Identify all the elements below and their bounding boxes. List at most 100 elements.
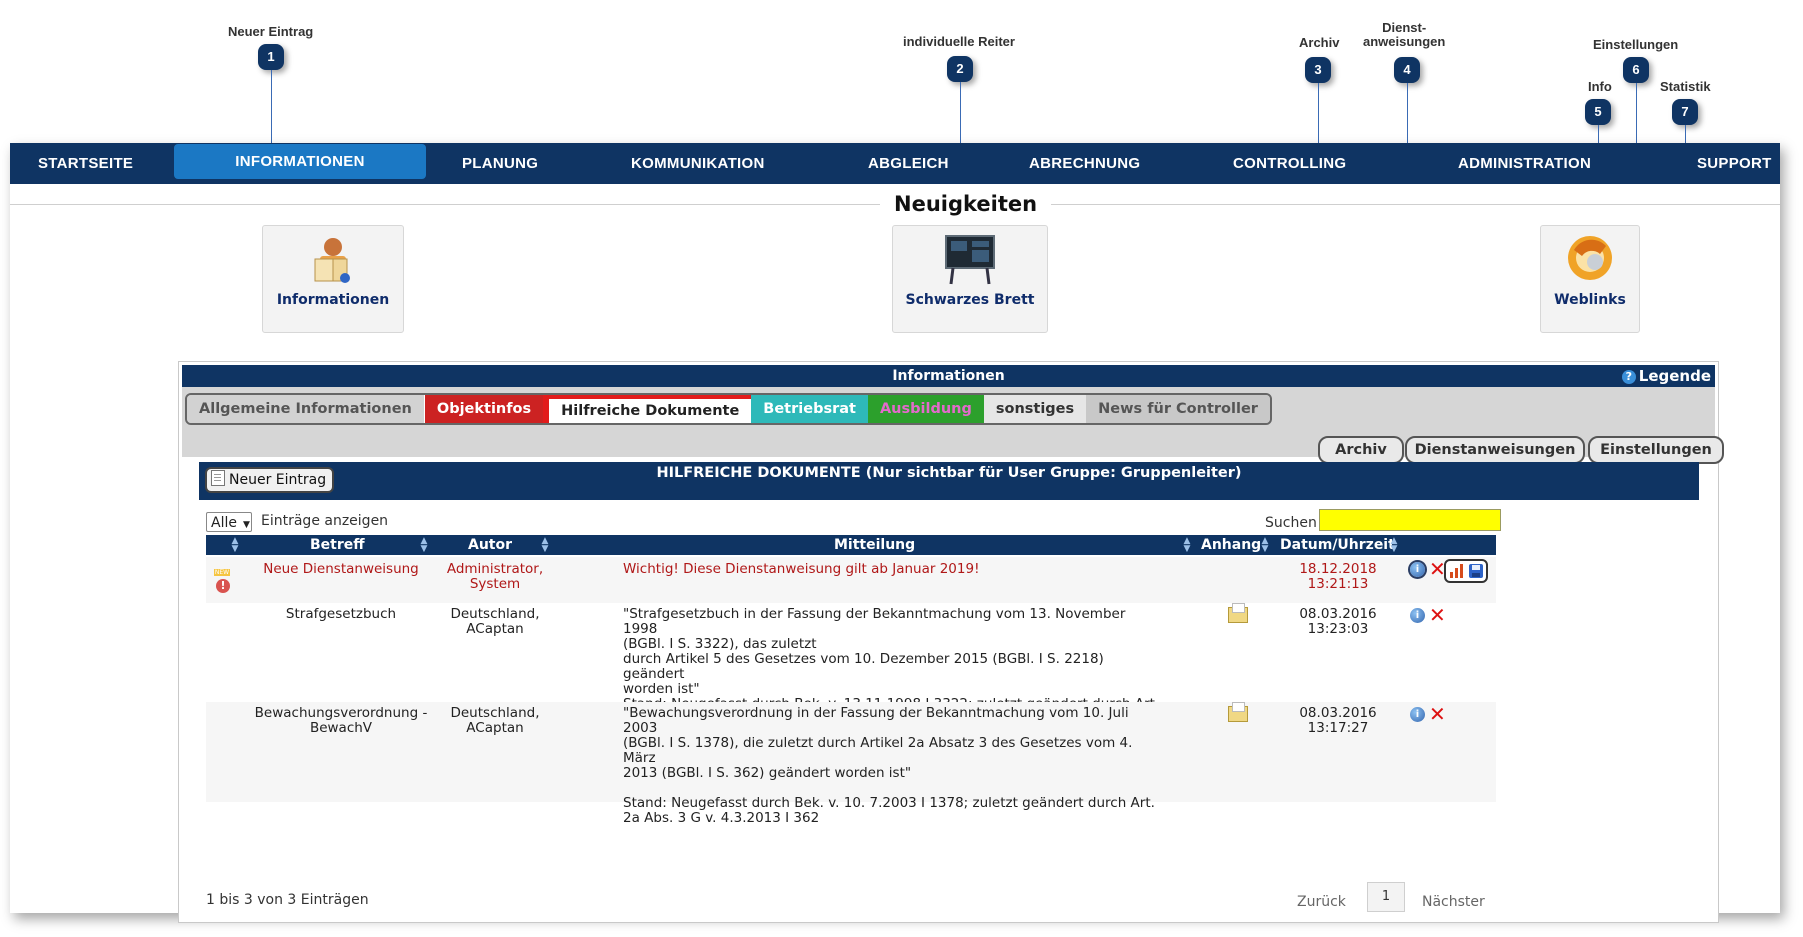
table-info: 1 bis 3 von 3 Einträgen bbox=[206, 892, 369, 908]
pager-next[interactable]: Nächster bbox=[1422, 894, 1485, 910]
row-message: Wichtig! Diese Dienstanweisung gilt ab J… bbox=[623, 561, 980, 577]
callout-badge-2: 2 bbox=[947, 56, 973, 82]
legend-button[interactable]: ? Legende bbox=[1621, 365, 1711, 387]
nav-informationen[interactable]: INFORMATIONEN bbox=[174, 144, 426, 179]
sort-icon[interactable]: ▲ ▼ bbox=[1182, 537, 1192, 554]
info-icon[interactable]: i bbox=[1410, 561, 1425, 577]
app-screenshot: STARTSEITE INFORMATIONEN PLANUNG KOMMUNI… bbox=[10, 143, 1780, 923]
tab-objektinfos[interactable]: Objektinfos bbox=[424, 395, 544, 423]
tile-weblinks[interactable]: Weblinks bbox=[1540, 225, 1640, 333]
callout-label-info: Info bbox=[1588, 79, 1612, 94]
tab-betriebsrat[interactable]: Betriebsrat bbox=[751, 395, 868, 423]
page-title: Neuigkeiten bbox=[880, 192, 1052, 216]
column-anhang[interactable]: Anhang bbox=[1201, 535, 1261, 555]
column-mitteilung[interactable]: Mitteilung bbox=[834, 535, 915, 555]
nav-administration[interactable]: ADMINISTRATION bbox=[1458, 143, 1591, 184]
delete-icon[interactable]: ✕ bbox=[1429, 605, 1446, 626]
nav-startseite[interactable]: STARTSEITE bbox=[38, 143, 133, 184]
new-badge-icon: NEW bbox=[214, 569, 230, 576]
tile-label-informationen: Informationen bbox=[276, 292, 390, 308]
tile-informationen[interactable]: Informationen bbox=[262, 225, 404, 333]
info-icon[interactable]: i bbox=[1410, 706, 1425, 722]
sort-icon[interactable]: ▲ ▼ bbox=[1389, 537, 1399, 554]
row-subject[interactable]: Strafgesetzbuch bbox=[246, 607, 436, 622]
nav-controlling[interactable]: CONTROLLING bbox=[1233, 143, 1346, 184]
callout-badge-5: 5 bbox=[1585, 99, 1611, 125]
row-date: 08.03.2016 bbox=[1299, 606, 1377, 622]
search-label: Suchen bbox=[1265, 515, 1317, 531]
table-title: HILFREICHE DOKUMENTE (Nur sichtbar für U… bbox=[656, 465, 1242, 481]
pager-page-1[interactable]: 1 bbox=[1367, 882, 1405, 912]
table-row[interactable]: Bewachungsverordnung - BewachV Deutschla… bbox=[206, 702, 1496, 826]
callout-badge-1: 1 bbox=[258, 44, 284, 70]
nav-abgleich[interactable]: ABGLEICH bbox=[868, 143, 949, 184]
nav-support[interactable]: SUPPORT bbox=[1697, 143, 1772, 184]
entries-length-label: Einträge anzeigen bbox=[261, 513, 389, 529]
tab-ausbildung[interactable]: Ausbildung bbox=[867, 395, 984, 423]
sort-icon[interactable]: ▲ ▼ bbox=[1260, 537, 1270, 554]
table-row[interactable]: Strafgesetzbuch Deutschland, ACaptan "St… bbox=[206, 603, 1496, 742]
info-icon[interactable]: i bbox=[1410, 607, 1425, 623]
tile-schwarzes-brett[interactable]: Schwarzes Brett bbox=[892, 225, 1048, 333]
newspaper-reader-icon bbox=[314, 238, 350, 283]
nav-kommunikation[interactable]: KOMMUNIKATION bbox=[631, 143, 765, 184]
nav-abrechnung[interactable]: ABRECHNUNG bbox=[1029, 143, 1140, 184]
callout-label-custom-tabs: individuelle Reiter bbox=[903, 34, 1015, 49]
entries-length-select[interactable]: Alle ▼ bbox=[206, 512, 252, 532]
callout-label-statistics: Statistik bbox=[1660, 79, 1711, 94]
row-actions-group bbox=[1444, 559, 1488, 583]
info-panel: Informationen ? Legende Allgemeine Inform… bbox=[178, 361, 1724, 923]
documents-table-header: Neuer Eintrag HILFREICHE DOKUMENTE (Nur … bbox=[199, 462, 1699, 500]
panel-header: Informationen ? Legende bbox=[182, 365, 1715, 387]
nav-planung[interactable]: PLANUNG bbox=[462, 143, 538, 184]
row-author: Deutschland, ACaptan bbox=[450, 606, 540, 637]
table-column-header: ▲ ▼ Betreff ▲ ▼ Autor ▲ ▼ Mitteilung ▲ ▼ Anh… bbox=[206, 535, 1496, 555]
sort-icon[interactable]: ▲ ▼ bbox=[419, 537, 429, 554]
tile-label-weblinks: Weblinks bbox=[1554, 292, 1626, 308]
statistics-icon[interactable] bbox=[1449, 563, 1465, 579]
row-time: 13:17:27 bbox=[1307, 720, 1369, 736]
attachment-folder-icon[interactable] bbox=[1228, 702, 1248, 726]
tab-news-fuer-controller[interactable]: News für Controller bbox=[1086, 395, 1270, 423]
row-date: 08.03.2016 bbox=[1299, 705, 1377, 721]
legend-label: Legende bbox=[1638, 367, 1711, 385]
exclamation-icon: ! bbox=[216, 578, 230, 593]
delete-icon[interactable]: ✕ bbox=[1429, 704, 1446, 725]
save-icon[interactable] bbox=[1468, 563, 1484, 579]
callout-badge-7: 7 bbox=[1672, 99, 1698, 125]
row-time: 13:23:03 bbox=[1307, 621, 1369, 637]
row-author: Deutschland, ACaptan bbox=[450, 705, 540, 736]
tab-allgemeine-informationen[interactable]: Allgemeine Informationen bbox=[187, 395, 425, 423]
tile-label-schwarzes-brett: Schwarzes Brett bbox=[905, 292, 1035, 308]
attachment-folder-icon[interactable] bbox=[1228, 603, 1248, 627]
callout-label-instructions: Dienst- anweisungen bbox=[1363, 20, 1446, 49]
column-betreff[interactable]: Betreff bbox=[310, 535, 365, 555]
weblinks-globe-icon bbox=[1568, 236, 1612, 280]
column-datum-uhrzeit[interactable]: Datum/Uhrzeit bbox=[1280, 535, 1395, 555]
callout-badge-4: 4 bbox=[1394, 57, 1420, 83]
instructions-button[interactable]: Dienstanweisungen bbox=[1405, 436, 1585, 464]
search-input[interactable] bbox=[1319, 509, 1501, 531]
panel-title: Informationen bbox=[892, 368, 1005, 384]
tab-hilfreiche-dokumente[interactable]: Hilfreiche Dokumente bbox=[543, 395, 752, 423]
row-time: 13:21:13 bbox=[1307, 576, 1369, 592]
row-author: Administrator, System bbox=[446, 561, 544, 592]
table-row[interactable]: NEW ! Neue Dienstanweisung Administrator… bbox=[206, 557, 1496, 603]
help-icon: ? bbox=[1621, 370, 1636, 384]
row-subject[interactable]: Bewachungsverordnung - BewachV bbox=[246, 706, 436, 736]
callout-label-new-entry: Neuer Eintrag bbox=[228, 24, 314, 39]
entries-length-value: Alle bbox=[211, 515, 237, 531]
sort-icon[interactable]: ▲ ▼ bbox=[540, 537, 550, 554]
blackboard-icon bbox=[945, 235, 995, 285]
dropdown-arrow-icon: ▼ bbox=[242, 520, 250, 530]
callout-label-settings: Einstellungen bbox=[1593, 37, 1679, 52]
row-message: "Bewachungsverordnung in der Fassung der… bbox=[623, 705, 1155, 826]
sort-icon[interactable]: ▲ ▼ bbox=[230, 537, 240, 554]
pager-previous[interactable]: Zurück bbox=[1297, 894, 1346, 910]
tab-sonstiges[interactable]: sonstiges bbox=[983, 395, 1087, 423]
column-autor[interactable]: Autor bbox=[468, 535, 512, 555]
settings-button[interactable]: Einstellungen bbox=[1588, 436, 1724, 464]
row-subject[interactable]: Neue Dienstanweisung bbox=[246, 562, 436, 577]
row-date: 18.12.2018 bbox=[1299, 561, 1377, 577]
archive-button[interactable]: Archiv bbox=[1318, 436, 1404, 464]
